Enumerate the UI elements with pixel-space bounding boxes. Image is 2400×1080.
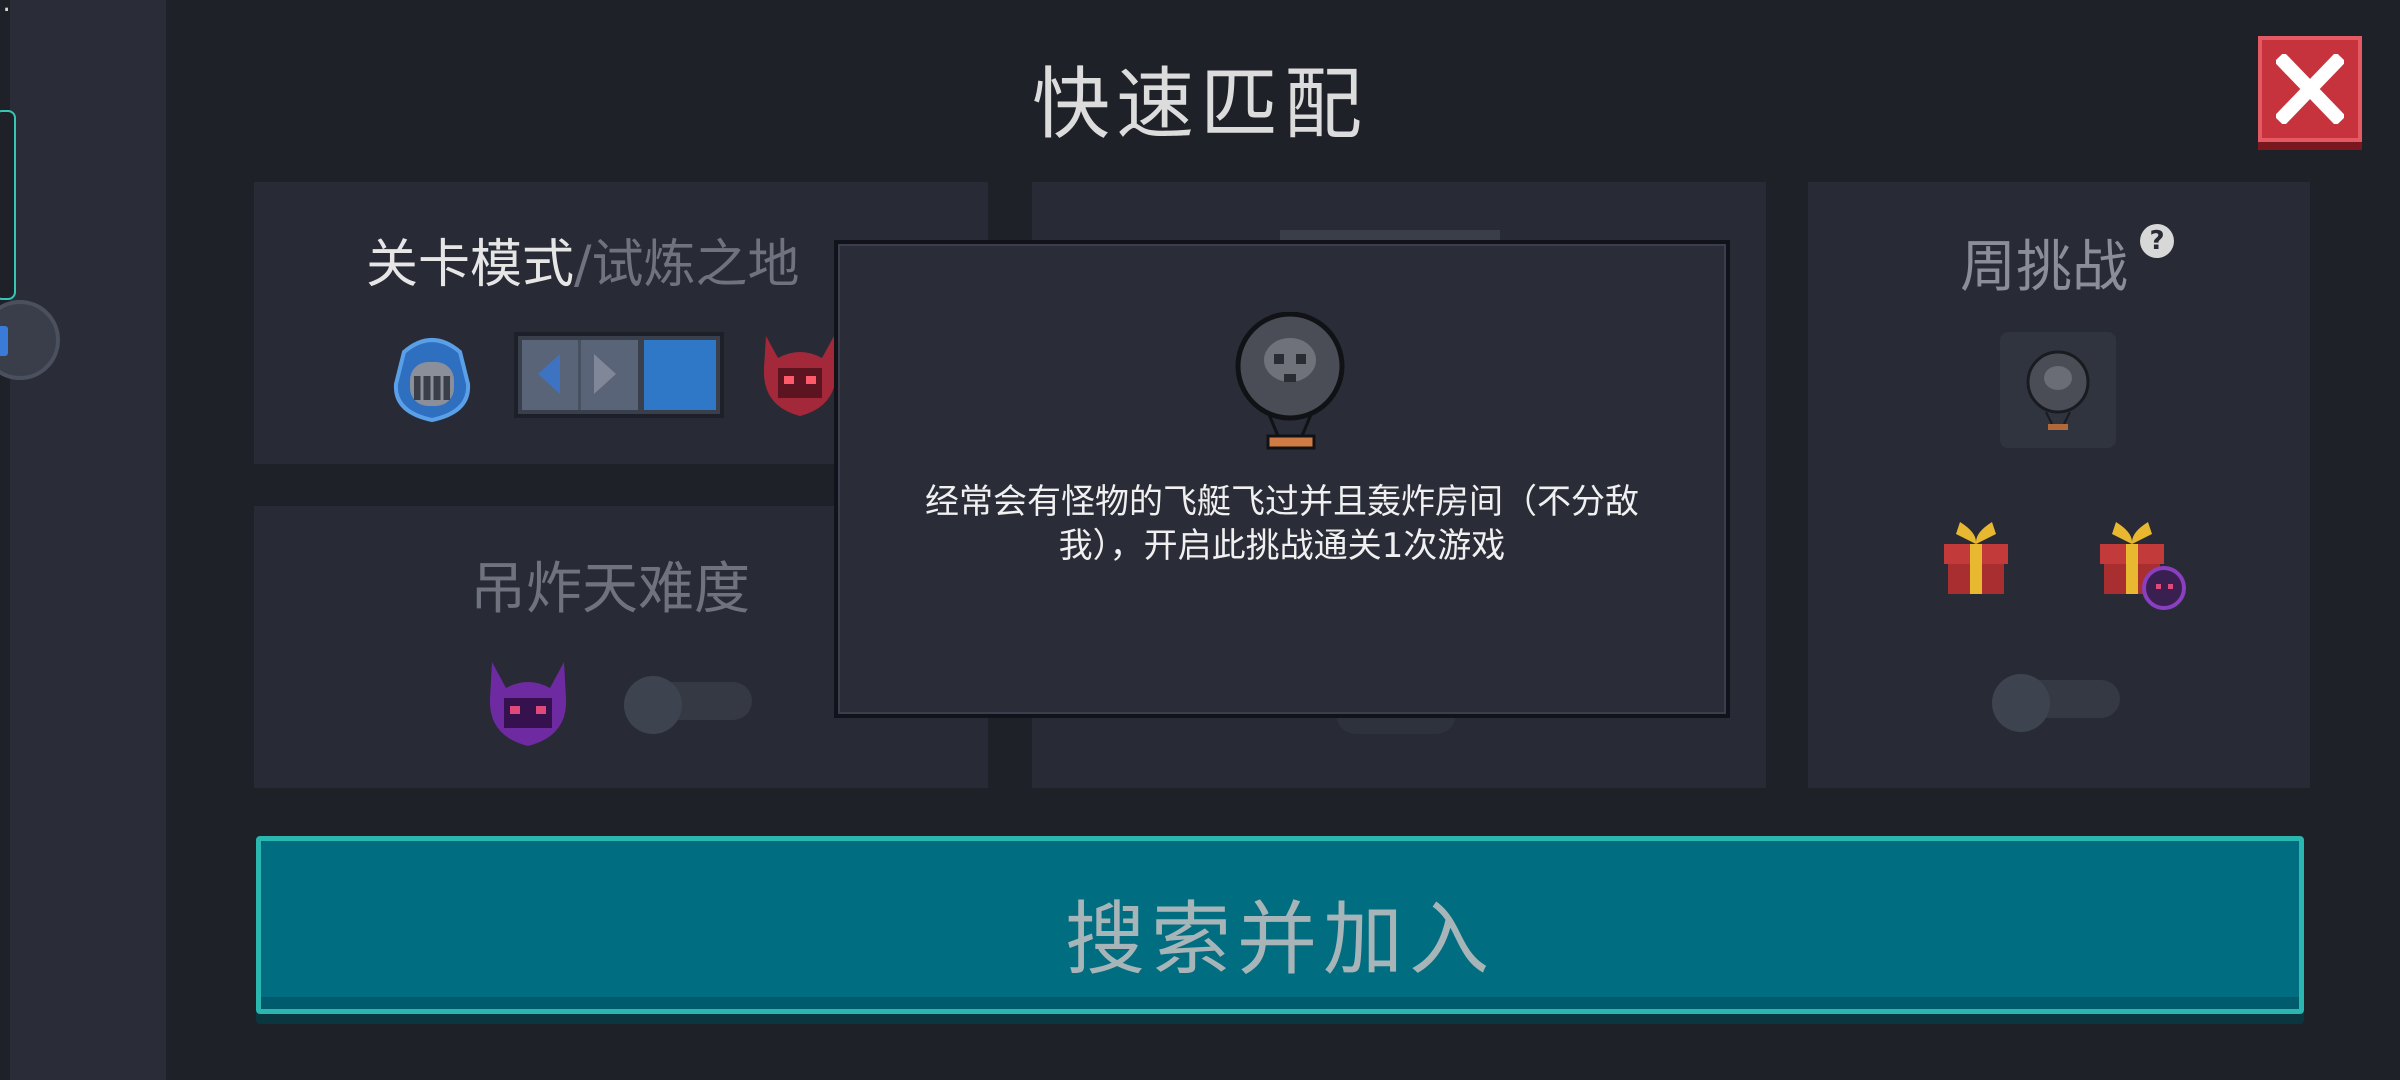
weekly-challenge-switch[interactable] [1992, 674, 2120, 732]
skull-balloon-icon [1235, 312, 1345, 450]
left-strip [10, 0, 166, 1080]
help-icon[interactable]: ? [2140, 224, 2174, 258]
bomb-difficulty-switch[interactable] [624, 676, 752, 734]
arrow-right-icon [594, 354, 616, 394]
skull-balloon-icon [2026, 350, 2090, 430]
mode-toggle-fill [644, 340, 716, 410]
switch-knob [1992, 674, 2050, 732]
search-and-join-button[interactable]: 搜索并加入 [256, 836, 2304, 1014]
sub-mode-name: 试炼之地 [591, 235, 800, 295]
challenge-description: 经常会有怪物的飞艇飞过并且轰炸房间（不分敌我），开启此挑战通关1次游戏 [925, 482, 1639, 566]
bomb-difficulty-label: 吊炸天难度 [470, 557, 750, 622]
purple-demon-icon [489, 662, 567, 746]
mode-separator: / [574, 235, 592, 295]
gift-icon [1944, 522, 2008, 594]
mode-toggle[interactable] [514, 332, 724, 418]
arrow-left-icon [538, 354, 560, 394]
close-icon [2276, 54, 2344, 124]
side-bubble-icon [0, 326, 8, 356]
knight-helmet-icon [393, 338, 471, 423]
weekly-challenge-label: 周挑战 [1960, 235, 2128, 300]
challenge-tooltip: 经常会有怪物的飞艇飞过并且轰炸房间（不分敌我），开启此挑战通关1次游戏 [834, 240, 1730, 718]
gift-icon [2100, 522, 2186, 610]
demon-helmet-icon [763, 336, 837, 416]
page-title: 快速匹配 [1031, 60, 1368, 150]
toggle-divider [578, 340, 581, 410]
mode-label: 关卡模式/试炼之地 [366, 222, 800, 297]
switch-knob [624, 676, 682, 734]
close-button[interactable] [2258, 36, 2362, 142]
mode-name: 关卡模式 [366, 235, 575, 295]
mode-toggle-arrows [522, 340, 638, 410]
challenge-slot[interactable] [2000, 332, 2116, 448]
search-and-join-label: 搜索并加入 [1065, 893, 1495, 986]
